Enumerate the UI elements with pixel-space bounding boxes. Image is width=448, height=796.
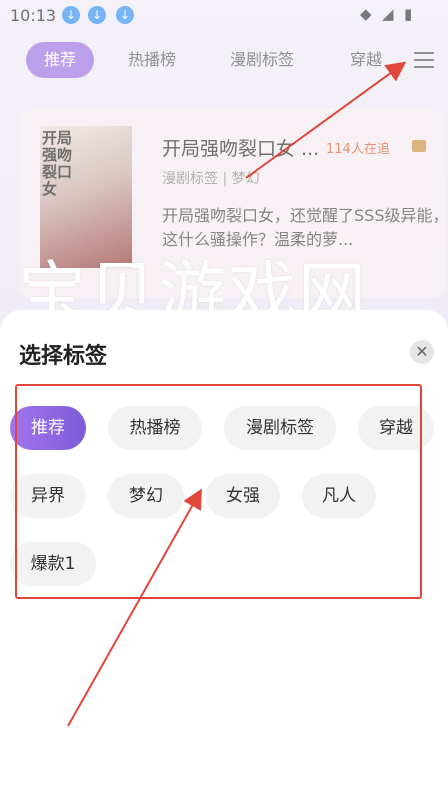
annotation-arrow (245, 61, 407, 179)
annotation-arrow (67, 488, 202, 727)
annotation-arrows (67, 61, 407, 727)
